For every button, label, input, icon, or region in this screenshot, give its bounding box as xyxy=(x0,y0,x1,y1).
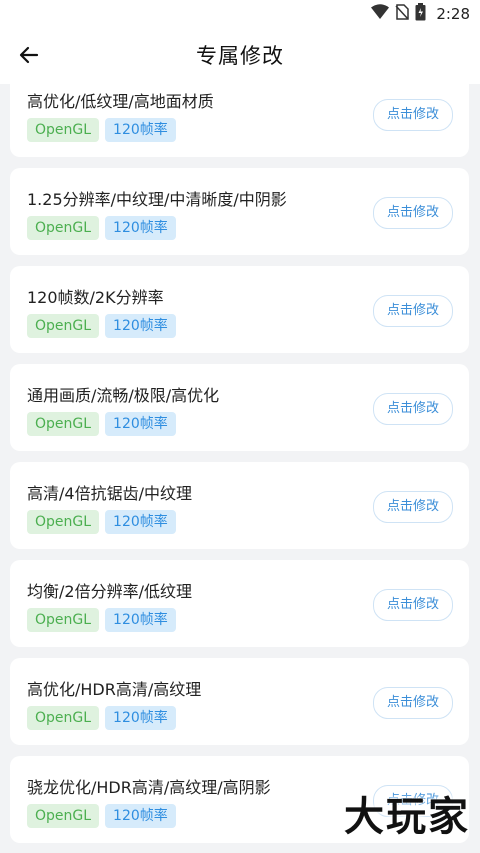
app-bar: 专属修改 xyxy=(0,28,480,84)
tag-framerate: 120帧率 xyxy=(105,314,176,338)
watermark-logo: 大玩家 xyxy=(344,794,470,840)
preset-card: 均衡/2倍分辨率/低纹理 OpenGL 120帧率 点击修改 xyxy=(10,560,469,647)
no-sim-icon xyxy=(395,4,410,24)
status-icons: 2:28 xyxy=(371,3,470,25)
preset-card: 通用画质/流畅/极限/高优化 OpenGL 120帧率 点击修改 xyxy=(10,364,469,451)
status-bar: 2:28 xyxy=(0,0,480,28)
tag-framerate: 120帧率 xyxy=(105,412,176,436)
modify-button[interactable]: 点击修改 xyxy=(373,491,453,523)
preset-tags: OpenGL 120帧率 xyxy=(27,510,176,534)
preset-title: 高优化/HDR高清/高纹理 xyxy=(27,680,202,699)
preset-tags: OpenGL 120帧率 xyxy=(27,118,176,142)
preset-card: 120帧数/2K分辨率 OpenGL 120帧率 点击修改 xyxy=(10,266,469,353)
preset-tags: OpenGL 120帧率 xyxy=(27,804,176,828)
preset-card: 高优化/HDR高清/高纹理 OpenGL 120帧率 点击修改 xyxy=(10,658,469,745)
preset-tags: OpenGL 120帧率 xyxy=(27,706,176,730)
preset-tags: OpenGL 120帧率 xyxy=(27,412,176,436)
tag-framerate: 120帧率 xyxy=(105,804,176,828)
preset-tags: OpenGL 120帧率 xyxy=(27,314,176,338)
tag-framerate: 120帧率 xyxy=(105,216,176,240)
wifi-icon xyxy=(371,4,390,24)
preset-list[interactable]: 高优化/低纹理/高地面材质 OpenGL 120帧率 点击修改 1.25分辨率/… xyxy=(0,84,480,853)
modify-button[interactable]: 点击修改 xyxy=(373,393,453,425)
tag-opengl: OpenGL xyxy=(27,216,100,240)
modify-button[interactable]: 点击修改 xyxy=(373,687,453,719)
tag-opengl: OpenGL xyxy=(27,412,100,436)
preset-title: 均衡/2倍分辨率/低纹理 xyxy=(27,582,192,601)
preset-card: 1.25分辨率/中纹理/中清晰度/中阴影 OpenGL 120帧率 点击修改 xyxy=(10,168,469,255)
preset-title: 120帧数/2K分辨率 xyxy=(27,288,164,307)
tag-framerate: 120帧率 xyxy=(105,706,176,730)
preset-title: 高优化/低纹理/高地面材质 xyxy=(27,92,214,111)
preset-title: 高清/4倍抗锯齿/中纹理 xyxy=(27,484,192,503)
modify-button[interactable]: 点击修改 xyxy=(373,197,453,229)
tag-framerate: 120帧率 xyxy=(105,608,176,632)
tag-framerate: 120帧率 xyxy=(105,510,176,534)
battery-icon xyxy=(415,3,426,25)
preset-title: 1.25分辨率/中纹理/中清晰度/中阴影 xyxy=(27,190,287,209)
modify-button[interactable]: 点击修改 xyxy=(373,589,453,621)
preset-tags: OpenGL 120帧率 xyxy=(27,216,176,240)
page-title: 专属修改 xyxy=(196,44,284,68)
tag-opengl: OpenGL xyxy=(27,804,100,828)
preset-title: 通用画质/流畅/极限/高优化 xyxy=(27,386,220,405)
tag-opengl: OpenGL xyxy=(27,608,100,632)
modify-button[interactable]: 点击修改 xyxy=(373,99,453,131)
preset-card: 高优化/低纹理/高地面材质 OpenGL 120帧率 点击修改 xyxy=(10,84,469,157)
preset-card: 高清/4倍抗锯齿/中纹理 OpenGL 120帧率 点击修改 xyxy=(10,462,469,549)
preset-tags: OpenGL 120帧率 xyxy=(27,608,176,632)
preset-title: 骁龙优化/HDR高清/高纹理/高阴影 xyxy=(27,778,271,797)
tag-opengl: OpenGL xyxy=(27,314,100,338)
modify-button[interactable]: 点击修改 xyxy=(373,295,453,327)
tag-opengl: OpenGL xyxy=(27,706,100,730)
status-time: 2:28 xyxy=(436,5,470,23)
tag-opengl: OpenGL xyxy=(27,510,100,534)
tag-framerate: 120帧率 xyxy=(105,118,176,142)
tag-opengl: OpenGL xyxy=(27,118,100,142)
